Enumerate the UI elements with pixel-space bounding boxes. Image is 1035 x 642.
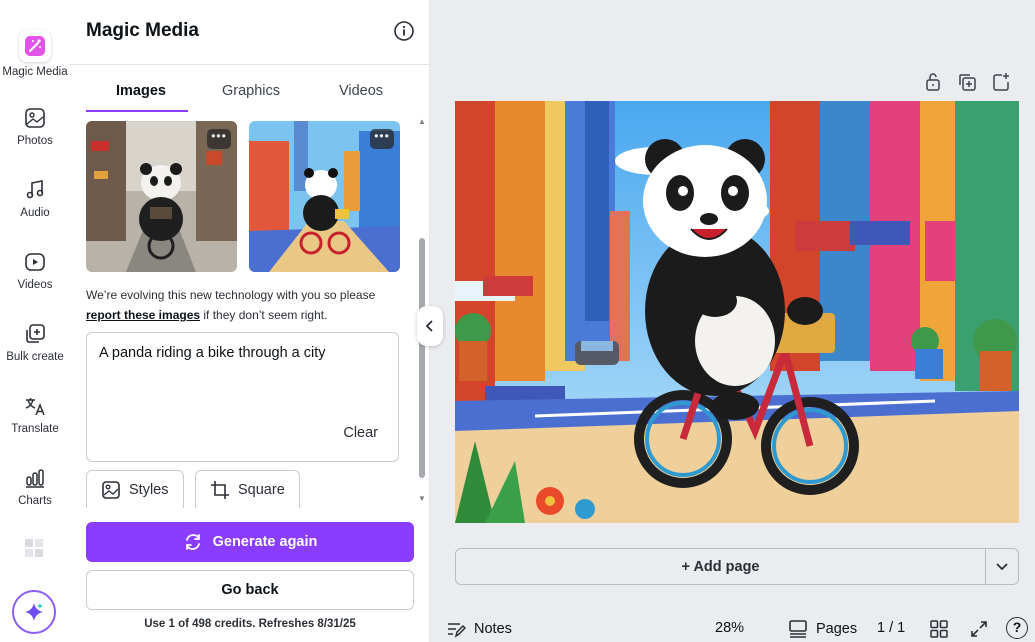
more-options-icon[interactable]: •••: [370, 129, 394, 149]
prompt-input[interactable]: A panda riding a bike through a city Cle…: [86, 332, 399, 462]
expand-icon: [971, 621, 987, 637]
translate-icon: [25, 398, 45, 416]
rail-item-charts[interactable]: Charts: [0, 467, 70, 507]
zoom-level[interactable]: 28%: [715, 620, 744, 636]
rail-label: Photos: [17, 135, 53, 147]
duplicate-page-icon[interactable]: [957, 72, 977, 92]
magic-media-panel: Magic Media Images Graphics Videos ••• •…: [70, 0, 430, 642]
more-options-icon[interactable]: •••: [207, 129, 231, 149]
styles-chip[interactable]: Styles: [86, 470, 184, 508]
canvas-toolbar: [923, 72, 1011, 92]
rail-item-magic-media[interactable]: Magic Media: [0, 30, 70, 78]
charts-icon: [26, 469, 44, 488]
notice-text: We’re evolving this new technology with …: [86, 288, 376, 302]
pages-label: Pages: [816, 621, 858, 637]
left-rail: Magic Media Photos Audio Videos Bulk cre…: [0, 0, 70, 642]
generated-image-thumbnail[interactable]: •••: [249, 121, 400, 272]
zoom-value: 28%: [715, 620, 745, 636]
add-page-button[interactable]: + Add page: [455, 548, 986, 585]
ai-notice: We’re evolving this new technology with …: [86, 285, 406, 325]
rail-item-audio[interactable]: Audio: [0, 179, 70, 219]
credits-text: Use 1 of 498 credits. Refreshes 8/31/25: [144, 618, 356, 630]
go-back-button[interactable]: Go back: [86, 570, 414, 610]
styles-label: Styles: [129, 481, 169, 498]
image-style-icon: [102, 480, 120, 499]
notes-label: Notes: [474, 621, 512, 637]
panel-title: Magic Media: [86, 20, 199, 41]
rail-label: Translate: [11, 423, 59, 435]
design-canvas-image[interactable]: [455, 101, 1019, 523]
pages-icon: [789, 620, 807, 638]
prompt-text[interactable]: A panda riding a bike through a city: [99, 345, 326, 361]
rail-label: Charts: [18, 495, 52, 507]
scroll-up-arrow[interactable]: ▲: [417, 118, 427, 126]
regenerate-icon: [185, 534, 200, 550]
grid-icon: [930, 620, 948, 638]
tab-graphics[interactable]: Graphics: [196, 64, 306, 112]
tab-videos[interactable]: Videos: [306, 64, 416, 112]
add-page-dropdown[interactable]: [985, 548, 1019, 585]
tab-images[interactable]: Images: [86, 64, 196, 112]
media-tabs: Images Graphics Videos: [86, 64, 416, 112]
rail-label: Bulk create: [6, 351, 64, 363]
rail-item-videos[interactable]: Videos: [0, 251, 70, 291]
collapse-panel-button[interactable]: [417, 306, 443, 346]
page-count[interactable]: 1 / 1: [877, 620, 905, 636]
rail-label: Videos: [17, 279, 53, 291]
pages-button[interactable]: Pages: [788, 620, 857, 638]
generated-image-thumbnail[interactable]: •••: [86, 121, 237, 272]
scroll-down-arrow[interactable]: ▼: [417, 495, 427, 503]
rail-label: Magic Media: [2, 66, 68, 78]
bulk-create-icon: [26, 324, 45, 343]
sparkle-icon: [25, 603, 43, 621]
notes-button[interactable]: Notes: [446, 620, 512, 638]
panel-scrollbar-thumb[interactable]: [419, 238, 425, 478]
audio-icon: [26, 180, 44, 199]
rail-item-translate[interactable]: Translate: [0, 395, 70, 435]
help-icon: ?: [1006, 617, 1028, 639]
notes-icon: [448, 623, 466, 638]
rail-item-photos[interactable]: Photos: [0, 107, 70, 147]
rail-label: Audio: [20, 207, 50, 219]
photos-icon: [25, 108, 45, 128]
canva-assistant-button[interactable]: [12, 590, 56, 634]
chevron-left-icon: [425, 320, 433, 332]
generate-again-button[interactable]: Generate again: [86, 522, 414, 562]
chevron-down-icon: [996, 562, 1008, 570]
editor-footer: Notes 28% Pages 1 / 1 ?: [430, 612, 1035, 642]
add-page-icon[interactable]: [991, 72, 1011, 92]
report-images-link[interactable]: report these images: [86, 308, 200, 322]
notice-suffix: if they don’t seem right.: [200, 308, 328, 322]
grid-view-button[interactable]: [930, 620, 948, 638]
generate-label: Generate again: [212, 534, 318, 550]
lock-icon[interactable]: [923, 72, 943, 92]
magic-media-icon: [19, 30, 51, 62]
rail-item-bulk-create[interactable]: Bulk create: [0, 323, 70, 363]
videos-icon: [25, 253, 45, 271]
aspect-ratio-label: Square: [238, 481, 285, 498]
aspect-ratio-chip[interactable]: Square: [195, 470, 300, 508]
help-glyph: ?: [1012, 619, 1022, 635]
page-count-value: 1 / 1: [877, 620, 906, 636]
app-faded-icon[interactable]: [24, 538, 44, 558]
help-button[interactable]: ?: [1006, 617, 1028, 639]
info-icon[interactable]: [393, 20, 415, 42]
crop-icon: [211, 480, 229, 499]
clear-button[interactable]: Clear: [343, 425, 378, 441]
fullscreen-button[interactable]: [970, 620, 988, 638]
